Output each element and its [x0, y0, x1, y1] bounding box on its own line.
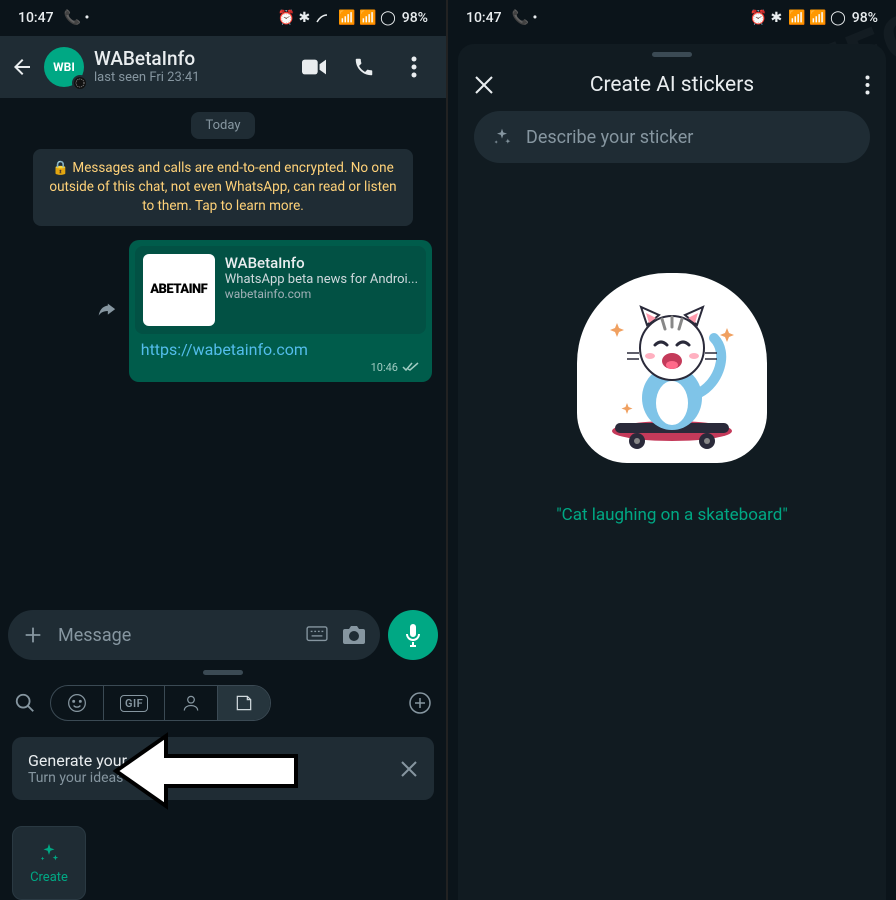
- ai-sticker-promo[interactable]: Generate your own AI stickers! Turn your…: [12, 737, 434, 800]
- input-row: Message: [0, 604, 446, 666]
- drawer-handle[interactable]: [203, 670, 243, 675]
- sheet-handle[interactable]: [652, 52, 692, 57]
- date-pill: Today: [191, 112, 254, 139]
- chat-header: WBI WABetaInfo last seen Fri 23:41: [0, 36, 446, 98]
- status-bar: 10:47 📞 • ⏰ ✱ 📶 📶 ◯ 98%: [0, 0, 446, 36]
- sticker-type-segment: GIF: [50, 685, 271, 721]
- sticker-tab[interactable]: [218, 686, 270, 720]
- status-icons-right: ⏰ ✱ 📶 📶 ◯ 98%: [278, 10, 428, 26]
- more-icon[interactable]: [402, 55, 426, 79]
- emoji-tab[interactable]: [51, 686, 104, 720]
- lock-icon: 🔒: [52, 159, 69, 178]
- sticker-preview[interactable]: [577, 273, 767, 463]
- link-description: WhatsApp beta news for Androi...: [225, 272, 418, 287]
- input-placeholder: Message: [58, 625, 292, 646]
- close-icon[interactable]: [474, 75, 498, 95]
- status-icons-left: 📞 •: [512, 10, 538, 26]
- last-seen: last seen Fri 23:41: [94, 70, 200, 85]
- sparkle-icon: [492, 127, 512, 147]
- status-icons-right: ⏰ ✱ 📶 📶 ◯ 98%: [750, 10, 878, 26]
- gif-tab[interactable]: GIF: [104, 686, 165, 720]
- status-battery: 98%: [852, 10, 878, 26]
- plus-icon[interactable]: [22, 624, 44, 646]
- message-meta: 10:46: [135, 361, 426, 376]
- message-time: 10:46: [371, 361, 398, 374]
- create-sticker-sheet: Create AI stickers Describe your sticker: [458, 44, 886, 900]
- status-time: 10:47: [466, 10, 502, 26]
- sparkle-icon: [38, 842, 60, 864]
- avatar-text: WBI: [53, 60, 75, 74]
- link-domain: wabetainfo.com: [225, 287, 418, 301]
- add-sticker-icon[interactable]: [408, 691, 432, 715]
- camera-icon[interactable]: [342, 624, 366, 646]
- avatar-tab[interactable]: [165, 686, 218, 720]
- message-bubble[interactable]: ABETAINF WABetaInfo WhatsApp beta news f…: [129, 240, 432, 382]
- link-preview[interactable]: ABETAINF WABetaInfo WhatsApp beta news f…: [135, 246, 426, 334]
- message-input[interactable]: Message: [8, 610, 380, 660]
- more-icon[interactable]: [846, 75, 870, 95]
- forward-icon[interactable]: [95, 300, 117, 322]
- encryption-notice[interactable]: 🔒 Messages and calls are end-to-end encr…: [33, 149, 413, 226]
- describe-placeholder: Describe your sticker: [526, 127, 693, 148]
- channel-badge-icon: [72, 75, 88, 91]
- link-thumbnail: ABETAINF: [143, 254, 215, 326]
- keyboard-icon[interactable]: [306, 626, 328, 644]
- chat-body: Today 🔒 Messages and calls are end-to-en…: [0, 98, 446, 604]
- avatar[interactable]: WBI: [44, 47, 84, 87]
- status-bar: 10:47 📞 • ⏰ ✱ 📶 📶 ◯ 98%: [448, 0, 896, 36]
- voice-call-icon[interactable]: [352, 55, 376, 79]
- sheet-title: Create AI stickers: [498, 73, 846, 97]
- promo-subtitle: Turn your ideas into stickers. Try it: [28, 770, 244, 786]
- chat-name: WABetaInfo: [94, 49, 200, 70]
- search-icon[interactable]: [14, 692, 36, 714]
- status-time: 10:47: [18, 10, 54, 26]
- create-label: Create: [30, 870, 68, 885]
- mic-button[interactable]: [388, 610, 438, 660]
- describe-input[interactable]: Describe your sticker: [474, 111, 870, 163]
- chat-title-block[interactable]: WABetaInfo last seen Fri 23:41: [94, 49, 200, 85]
- status-icons-left: 📞 •: [64, 10, 90, 26]
- sticker-toolbar: GIF: [0, 679, 446, 727]
- link-title: WABetaInfo: [225, 254, 418, 272]
- message-url[interactable]: https://wabetainfo.com: [135, 334, 426, 361]
- status-battery: 98%: [402, 10, 428, 26]
- back-button[interactable]: [10, 55, 34, 79]
- promo-title: Generate your own AI stickers!: [28, 751, 244, 770]
- close-icon[interactable]: [400, 760, 418, 778]
- read-receipt-icon: [402, 361, 420, 373]
- create-sticker-button[interactable]: Create: [12, 826, 86, 900]
- promo-try-link[interactable]: Try it: [210, 770, 241, 786]
- video-call-icon[interactable]: [302, 55, 326, 79]
- encryption-text: Messages and calls are end-to-end encryp…: [49, 160, 396, 214]
- sticker-caption: "Cat laughing on a skateboard": [458, 505, 886, 525]
